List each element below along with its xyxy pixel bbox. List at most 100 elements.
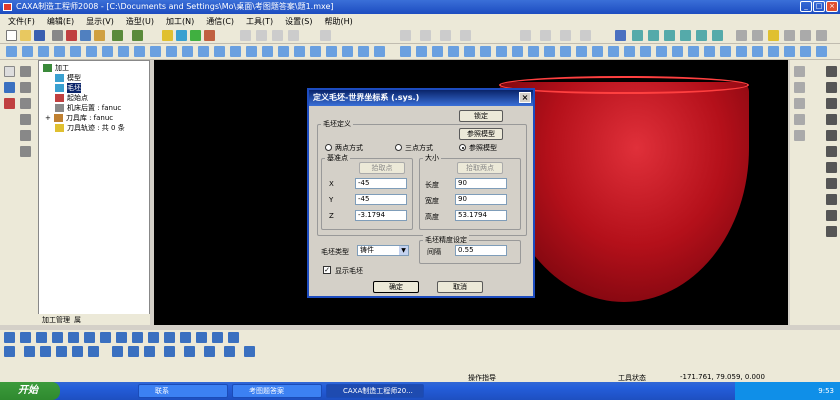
zoom-in-icon[interactable] xyxy=(648,30,659,41)
feature-14-icon[interactable] xyxy=(214,46,225,57)
feature-38-icon[interactable] xyxy=(608,46,619,57)
feature-49-icon[interactable] xyxy=(784,46,795,57)
view-1-icon[interactable] xyxy=(240,30,251,41)
feature-25-icon[interactable] xyxy=(400,46,411,57)
line-icon[interactable] xyxy=(826,66,837,77)
menu-file[interactable]: 文件(F) xyxy=(8,16,35,27)
mach-10-icon[interactable] xyxy=(148,332,159,343)
feature-40-icon[interactable] xyxy=(640,46,651,57)
feature-48-icon[interactable] xyxy=(768,46,779,57)
view-5-icon[interactable] xyxy=(320,30,331,41)
polygon-icon[interactable] xyxy=(826,194,837,205)
feature-1-icon[interactable] xyxy=(6,46,17,57)
view-6-icon[interactable] xyxy=(400,30,411,41)
ok-button[interactable]: 确定 xyxy=(373,281,419,293)
tool-r3-icon[interactable] xyxy=(794,98,805,109)
tree-item-toolpath[interactable]: 刀具轨迹 : 共 0 条 xyxy=(55,123,125,133)
delete-icon[interactable] xyxy=(4,98,15,109)
zoom-window-icon[interactable] xyxy=(632,30,643,41)
formula-icon[interactable] xyxy=(826,178,837,189)
view-12-icon[interactable] xyxy=(560,30,571,41)
view-11-icon[interactable] xyxy=(540,30,551,41)
expand-icon[interactable]: + xyxy=(45,114,51,122)
tree-item-model[interactable]: 模型 xyxy=(55,73,81,83)
minimize-button[interactable]: _ xyxy=(800,1,812,12)
surface-icon[interactable] xyxy=(20,98,31,109)
maximize-button[interactable]: □ xyxy=(813,1,825,12)
menu-edit[interactable]: 编辑(E) xyxy=(47,16,74,27)
show-blank-checkbox[interactable]: ✓ xyxy=(323,266,331,274)
close-button[interactable]: × xyxy=(826,1,838,12)
radio-reference-model[interactable] xyxy=(459,144,466,151)
hatch-icon[interactable] xyxy=(826,210,837,221)
undo-icon[interactable] xyxy=(112,30,123,41)
edit-6-icon[interactable] xyxy=(88,346,99,357)
menu-view[interactable]: 显示(V) xyxy=(86,16,114,27)
radio-three-point[interactable] xyxy=(395,144,402,151)
feature-17-icon[interactable] xyxy=(262,46,273,57)
feature-9-icon[interactable] xyxy=(134,46,145,57)
edit-2-icon[interactable] xyxy=(24,346,35,357)
feature-44-icon[interactable] xyxy=(704,46,715,57)
gap-field[interactable]: 0.55 xyxy=(455,245,507,256)
color-icon[interactable] xyxy=(204,30,215,41)
feature-19-icon[interactable] xyxy=(294,46,305,57)
feature-7-icon[interactable] xyxy=(102,46,113,57)
view-3-icon[interactable] xyxy=(272,30,283,41)
feature-8-icon[interactable] xyxy=(118,46,129,57)
edit-3-icon[interactable] xyxy=(40,346,51,357)
tab-properties[interactable]: 属 xyxy=(74,315,81,325)
feature-36-icon[interactable] xyxy=(576,46,587,57)
feature-29-icon[interactable] xyxy=(464,46,475,57)
light-icon[interactable] xyxy=(162,30,173,41)
feature-6-icon[interactable] xyxy=(86,46,97,57)
layer-icon[interactable] xyxy=(176,30,187,41)
rectangle-icon[interactable] xyxy=(826,114,837,125)
view-2-icon[interactable] xyxy=(256,30,267,41)
edit-4-icon[interactable] xyxy=(56,346,67,357)
shade-5-icon[interactable] xyxy=(800,30,811,41)
mach-11-icon[interactable] xyxy=(164,332,175,343)
cut-icon[interactable] xyxy=(66,30,77,41)
view-9-icon[interactable] xyxy=(460,30,471,41)
blank-type-select[interactable]: 铸件 ▼ xyxy=(357,245,409,256)
shade-3-icon[interactable] xyxy=(768,30,779,41)
start-button[interactable]: 开始 xyxy=(0,382,60,400)
feature-47-icon[interactable] xyxy=(752,46,763,57)
feature-30-icon[interactable] xyxy=(480,46,491,57)
menu-settings[interactable]: 设置(S) xyxy=(285,16,312,27)
pick-two-points-button[interactable]: 拾取两点 xyxy=(457,162,503,174)
tree-item-machining[interactable]: 加工 xyxy=(43,63,69,73)
feature-24-icon[interactable] xyxy=(374,46,385,57)
edit-14-icon[interactable] xyxy=(244,346,255,357)
print-icon[interactable] xyxy=(52,30,63,41)
feature-3-icon[interactable] xyxy=(38,46,49,57)
paste-icon[interactable] xyxy=(94,30,105,41)
feature-26-icon[interactable] xyxy=(416,46,427,57)
mach-3-icon[interactable] xyxy=(36,332,47,343)
shade-2-icon[interactable] xyxy=(752,30,763,41)
edit-12-icon[interactable] xyxy=(204,346,215,357)
edit-10-icon[interactable] xyxy=(164,346,175,357)
height-field[interactable]: 53.1794 xyxy=(455,210,507,221)
tool-r5-icon[interactable] xyxy=(794,130,805,141)
taskbar-item-answers[interactable]: 考图题答案 xyxy=(232,384,322,398)
mach-1-icon[interactable] xyxy=(4,332,15,343)
feature-37-icon[interactable] xyxy=(592,46,603,57)
edit-11-icon[interactable] xyxy=(184,346,195,357)
window-icon[interactable] xyxy=(615,30,626,41)
view-13-icon[interactable] xyxy=(580,30,591,41)
pick-point-button[interactable]: 拾取点 xyxy=(359,162,405,174)
feature-35-icon[interactable] xyxy=(560,46,571,57)
feature-33-icon[interactable] xyxy=(528,46,539,57)
feature-39-icon[interactable] xyxy=(624,46,635,57)
new-file-icon[interactable] xyxy=(6,30,17,41)
edit-5-icon[interactable] xyxy=(72,346,83,357)
menu-communication[interactable]: 通信(C) xyxy=(206,16,234,27)
view-7-icon[interactable] xyxy=(420,30,431,41)
z-field[interactable]: -3.1794 xyxy=(355,210,407,221)
tab-machining-manager[interactable]: 加工管理 xyxy=(42,315,70,325)
tool-r4-icon[interactable] xyxy=(794,114,805,125)
feature-4-icon[interactable] xyxy=(54,46,65,57)
feature-2-icon[interactable] xyxy=(22,46,33,57)
